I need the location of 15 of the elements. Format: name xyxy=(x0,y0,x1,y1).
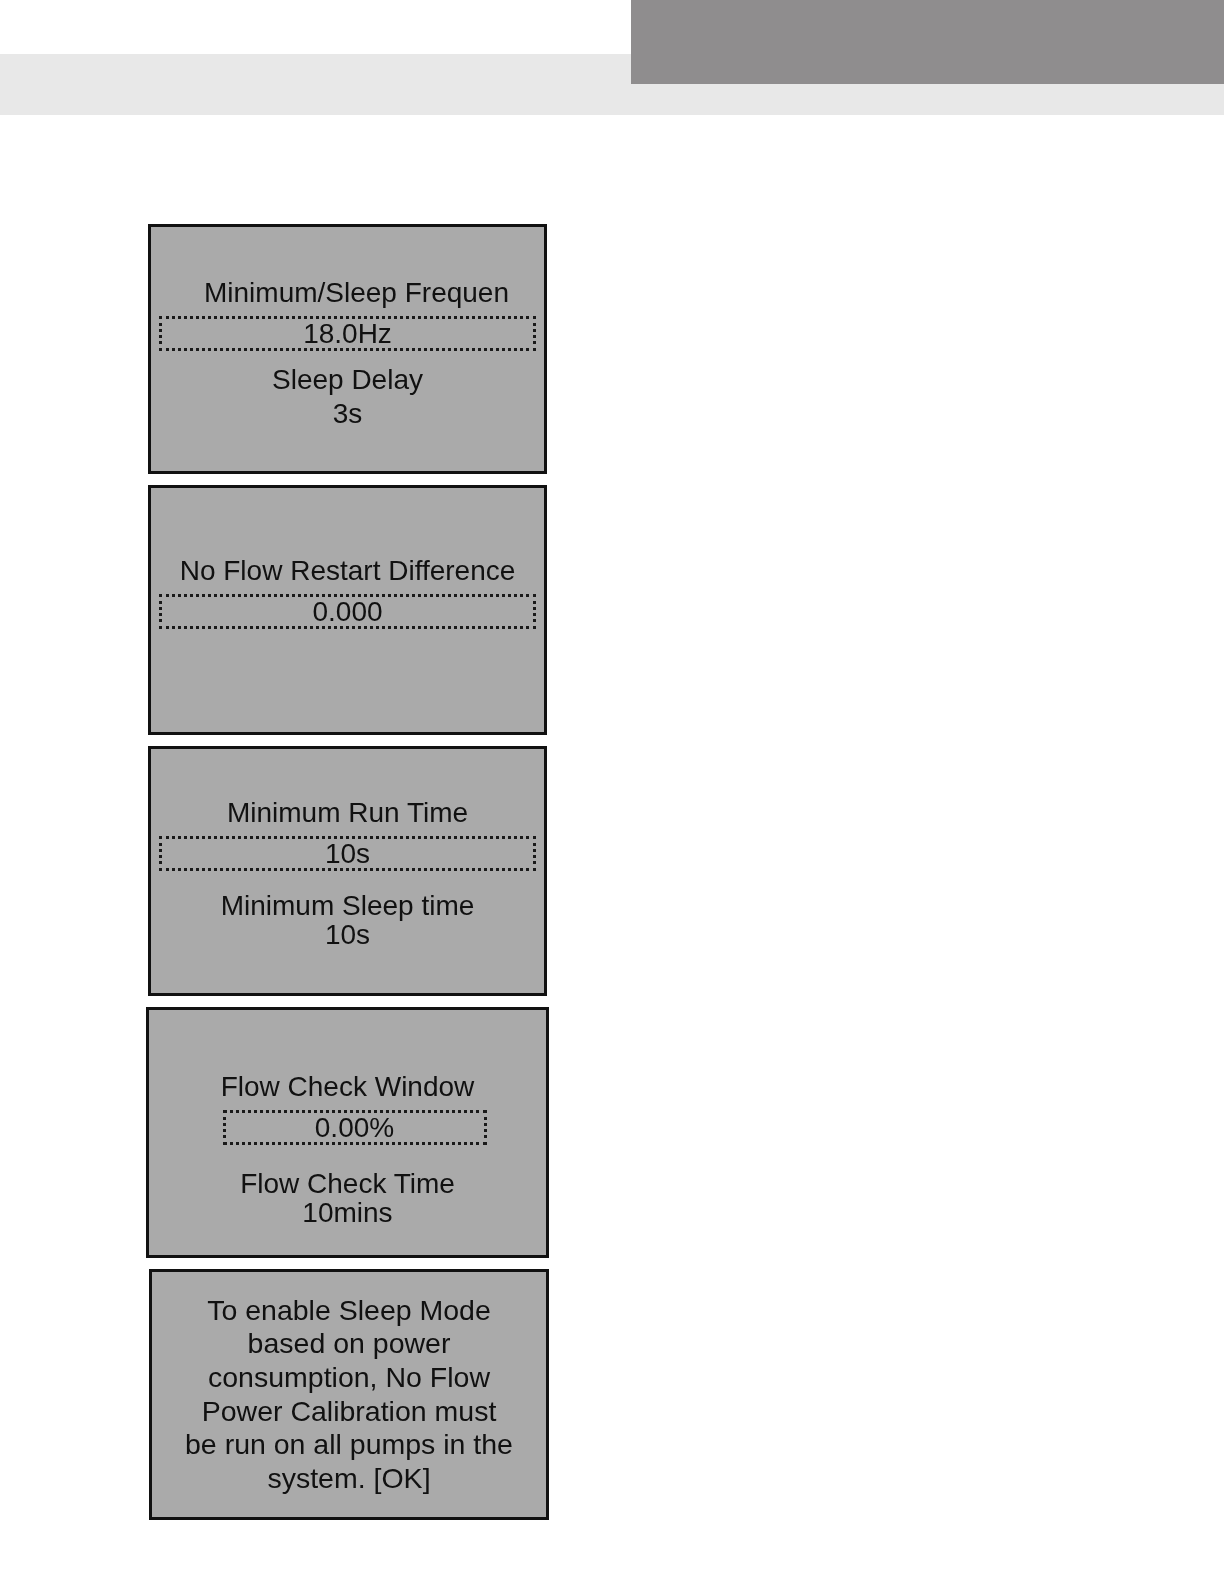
setting-label: Flow Check Time xyxy=(240,1169,455,1199)
value-field[interactable]: 18.0Hz xyxy=(159,316,536,351)
setting-value: 10mins xyxy=(302,1199,393,1227)
setting-title: Minimum Run Time xyxy=(226,796,469,830)
setting-value: 10s xyxy=(324,921,371,949)
setting-value: 3s xyxy=(332,397,363,431)
value-field[interactable]: 0.00% xyxy=(222,1110,487,1145)
setting-label: Sleep Delay xyxy=(272,363,423,397)
value-field[interactable]: 0.000 xyxy=(159,594,536,629)
setting-title: Minimum/Sleep Frequen xyxy=(203,276,509,310)
setting-label: Minimum Sleep time xyxy=(220,891,475,921)
message-text: To enable Sleep Mode based on power consumption, No Flow Power Calibration must be run on all pumps in the system. [OK] xyxy=(185,1293,513,1496)
setting-title: Flow Check Window xyxy=(220,1070,475,1104)
setting-title: No Flow Restart Difference xyxy=(179,554,516,588)
value-field[interactable]: 10s xyxy=(159,836,536,871)
